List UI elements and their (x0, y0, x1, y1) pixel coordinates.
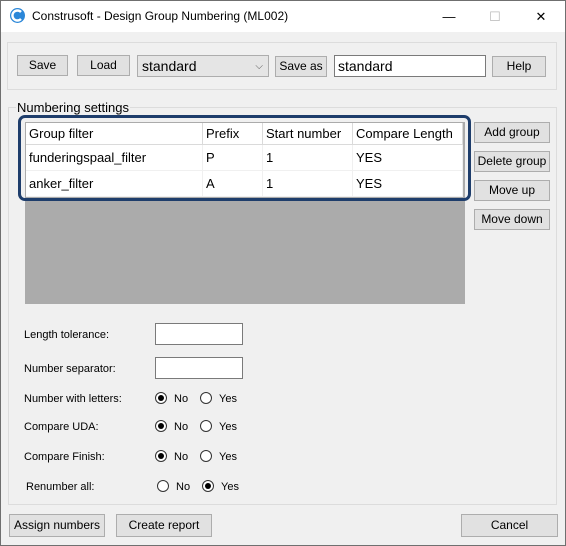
construsoft-logo-icon (10, 8, 25, 23)
compare-uda-no-radio[interactable] (155, 420, 167, 432)
title-bar: Construsoft - Design Group Numbering (ML… (1, 1, 565, 32)
minimize-icon[interactable]: — (426, 1, 472, 32)
help-button[interactable]: Help (492, 56, 546, 77)
length-tolerance-input[interactable] (155, 323, 243, 345)
number-with-letters-label: Number with letters: (24, 393, 122, 405)
length-tolerance-label: Length tolerance: (24, 329, 110, 341)
number-with-letters-yes-label: Yes (219, 393, 237, 405)
renumber-all-no-label: No (176, 481, 191, 493)
assign-numbers-button[interactable]: Assign numbers (9, 514, 105, 537)
compare-finish-yes-label: Yes (219, 451, 237, 463)
number-separator-input[interactable] (155, 357, 243, 379)
compare-finish-no-radio[interactable] (155, 450, 167, 462)
delete-group-button[interactable]: Delete group (474, 151, 550, 172)
create-report-button[interactable]: Create report (116, 514, 212, 537)
save-as-button[interactable]: Save as (275, 56, 327, 77)
compare-finish-yes-radio[interactable] (200, 450, 212, 462)
compare-uda-yes-label: Yes (219, 421, 237, 433)
compare-uda-no-label: No (174, 421, 189, 433)
close-icon[interactable]: ✕ (518, 1, 564, 32)
save-as-name-input[interactable]: standard (334, 55, 486, 77)
renumber-all-yes-radio[interactable] (202, 480, 214, 492)
dialog-window: Construsoft - Design Group Numbering (ML… (0, 0, 566, 546)
maximize-icon[interactable]: ☐ (472, 1, 518, 32)
renumber-all-label: Renumber all: (26, 481, 95, 493)
renumber-all-no-radio[interactable] (157, 480, 169, 492)
compare-uda-yes-radio[interactable] (200, 420, 212, 432)
cancel-button[interactable]: Cancel (461, 514, 558, 537)
compare-uda-label: Compare UDA: (24, 421, 99, 433)
add-group-button[interactable]: Add group (474, 122, 550, 143)
window-title: Construsoft - Design Group Numbering (ML… (32, 9, 289, 23)
number-separator-label: Number separator: (24, 363, 116, 375)
chevron-down-icon: ⌵ (255, 61, 263, 72)
number-with-letters-no-radio[interactable] (155, 392, 167, 404)
renumber-all-yes-label: Yes (221, 481, 239, 493)
grid-highlight-frame (18, 115, 471, 201)
move-down-button[interactable]: Move down (474, 209, 550, 230)
compare-finish-no-label: No (174, 451, 189, 463)
number-with-letters-yes-radio[interactable] (200, 392, 212, 404)
preset-dropdown-value: standard (142, 58, 197, 74)
numbering-settings-title: Numbering settings (16, 100, 130, 115)
number-with-letters-no-label: No (174, 393, 189, 405)
preset-dropdown[interactable]: standard ⌵ (137, 55, 269, 77)
load-button[interactable]: Load (77, 55, 130, 76)
move-up-button[interactable]: Move up (474, 180, 550, 201)
compare-finish-label: Compare Finish: (24, 451, 105, 463)
save-button[interactable]: Save (17, 55, 68, 76)
